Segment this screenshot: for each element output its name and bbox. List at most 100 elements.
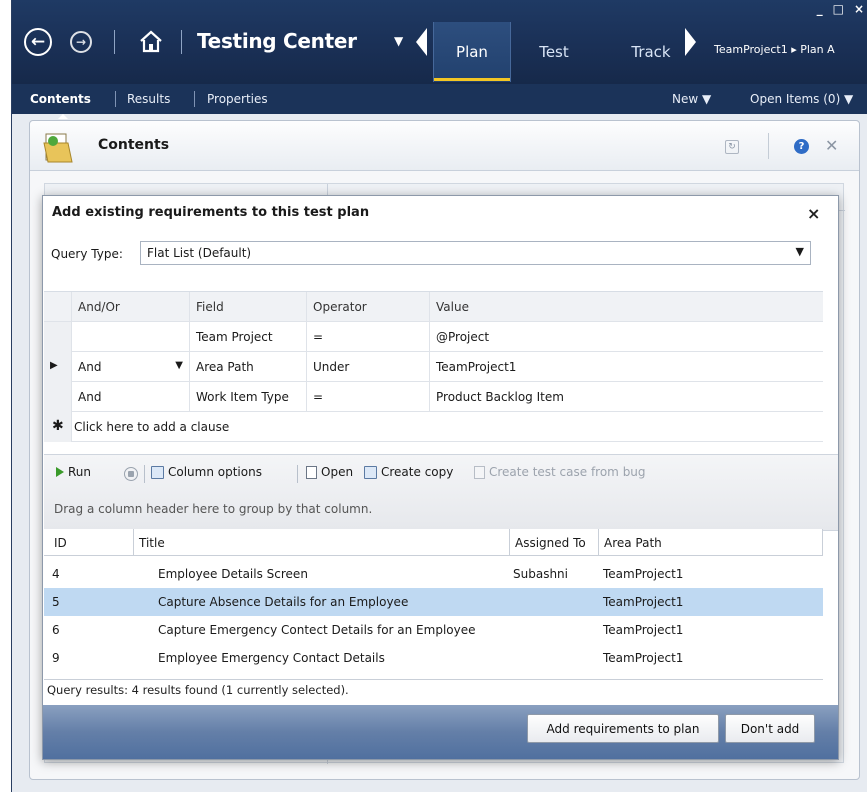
title-bar: _ □ × ← → Testing Center ▼ Plan Test Tra…	[12, 0, 867, 84]
clause-header-row: And/Or Field Operator Value	[44, 292, 823, 322]
test-plan-contents-icon	[43, 133, 73, 163]
query-type-label: Query Type:	[51, 247, 123, 261]
clause-field[interactable]: Team Project	[190, 322, 307, 352]
add-clause-row[interactable]: ✱ Click here to add a clause	[44, 412, 823, 442]
clause-value[interactable]: TeamProject1	[430, 352, 823, 382]
test-case-icon	[474, 465, 485, 479]
open-button[interactable]: Open	[306, 465, 353, 479]
new-row-icon: ✱	[44, 412, 72, 442]
clause-value[interactable]: Product Backlog Item	[430, 382, 823, 412]
tab-test[interactable]: Test	[519, 22, 589, 82]
column-header-title[interactable]: Title	[134, 529, 510, 556]
table-row[interactable]: 6 Capture Emergency Contect Details for …	[44, 616, 823, 644]
row-selector[interactable]	[44, 382, 72, 412]
add-requirements-button[interactable]: Add requirements to plan	[527, 714, 719, 743]
subnav-properties[interactable]: Properties	[207, 92, 268, 106]
query-type-select[interactable]: Flat List (Default) ▼	[140, 241, 811, 265]
results-table: ID Title Assigned To Area Path 4 Employe…	[44, 529, 823, 679]
project-breadcrumb[interactable]: TeamProject1 ▸ Plan A	[714, 43, 835, 56]
cell-id: 6	[52, 623, 60, 637]
clause-operator[interactable]: =	[307, 322, 430, 352]
column-header-id[interactable]: ID	[44, 529, 134, 556]
home-icon[interactable]	[138, 28, 164, 54]
table-row[interactable]: 4 Employee Details Screen Subashni TeamP…	[44, 560, 823, 588]
dont-add-button[interactable]: Don't add	[725, 714, 815, 743]
cell-id: 5	[52, 595, 60, 609]
query-toolbar: Run Column options Open Create copy Crea…	[44, 454, 838, 531]
divider	[194, 91, 195, 107]
run-icon	[56, 467, 64, 477]
current-row-marker-icon[interactable]: ▶	[44, 352, 72, 382]
dialog-footer: Add requirements to plan Don't add	[43, 705, 838, 759]
table-row-selected[interactable]: 5 Capture Absence Details for an Employe…	[44, 588, 823, 616]
run-button[interactable]: Run	[56, 465, 91, 479]
new-menu-button[interactable]: New ▼	[672, 92, 711, 106]
clause-field[interactable]: Work Item Type	[190, 382, 307, 412]
row-selector[interactable]	[44, 322, 72, 352]
dropdown-arrow-icon[interactable]: ▼	[796, 245, 804, 258]
header-operator[interactable]: Operator	[307, 292, 430, 322]
add-requirements-dialog: Add existing requirements to this test p…	[42, 195, 839, 760]
table-row[interactable]: 9 Employee Emergency Contact Details Tea…	[44, 644, 823, 672]
header-and-or[interactable]: And/Or	[72, 292, 190, 322]
create-test-case-label: Create test case from bug	[489, 465, 646, 479]
column-header-assigned-to[interactable]: Assigned To	[510, 529, 599, 556]
dropdown-arrow-icon[interactable]: ▼	[175, 360, 183, 371]
clause-row[interactable]: And Work Item Type = Product Backlog Ite…	[44, 382, 823, 412]
subnav-results[interactable]: Results	[127, 92, 170, 106]
open-label: Open	[321, 465, 354, 479]
clause-and-or-dropdown[interactable]: And ▼	[72, 352, 190, 382]
clause-operator[interactable]: Under	[307, 352, 430, 382]
divider	[114, 30, 115, 54]
clause-and-or[interactable]: And	[72, 382, 190, 412]
column-options-label: Column options	[168, 465, 262, 479]
cell-id: 4	[52, 567, 60, 581]
column-options-button[interactable]: Column options	[151, 465, 262, 479]
help-icon[interactable]: ?	[794, 139, 809, 154]
refresh-icon[interactable]: ↻	[725, 140, 739, 154]
subnav-contents[interactable]: Contents	[30, 92, 91, 119]
create-test-case-button[interactable]: Create test case from bug	[474, 465, 646, 479]
cell-title: Employee Emergency Contact Details	[158, 651, 385, 665]
cell-area-path: TeamProject1	[603, 567, 684, 581]
minimize-button[interactable]: _	[817, 2, 823, 16]
clause-row[interactable]: Team Project = @Project	[44, 322, 823, 352]
app-menu-dropdown-icon[interactable]: ▼	[394, 34, 403, 48]
results-header-row: ID Title Assigned To Area Path	[44, 529, 823, 556]
close-icon[interactable]: ✕	[825, 136, 838, 155]
clause-and-or[interactable]	[72, 322, 190, 352]
header-field[interactable]: Field	[190, 292, 307, 322]
sub-navigation: Contents Results Properties New ▼ Open I…	[12, 84, 867, 119]
clause-and-or: And	[78, 360, 102, 374]
close-window-button[interactable]: ×	[854, 2, 864, 16]
forward-arrow-icon[interactable]: →	[70, 31, 92, 53]
query-clause-grid: And/Or Field Operator Value Team Project…	[44, 291, 823, 443]
cell-id: 9	[52, 651, 60, 665]
stop-icon[interactable]	[124, 467, 138, 481]
clause-operator[interactable]: =	[307, 382, 430, 412]
maximize-button[interactable]: □	[833, 2, 844, 16]
divider	[297, 465, 298, 483]
column-header-area-path[interactable]: Area Path	[599, 529, 823, 556]
clause-value[interactable]: @Project	[430, 322, 823, 352]
cell-title: Capture Absence Details for an Employee	[158, 595, 409, 609]
dialog-close-icon[interactable]: ×	[807, 204, 820, 223]
cell-assigned-to: Subashni	[513, 567, 568, 581]
clause-field[interactable]: Area Path	[190, 352, 307, 382]
run-label: Run	[68, 465, 92, 479]
create-copy-button[interactable]: Create copy	[364, 465, 453, 479]
tab-track[interactable]: Track	[616, 22, 686, 82]
back-arrow-icon[interactable]: ←	[24, 28, 52, 56]
header-value[interactable]: Value	[430, 292, 823, 322]
clause-row[interactable]: ▶ And ▼ Area Path Under TeamProject1	[44, 352, 823, 382]
tab-plan[interactable]: Plan	[433, 22, 511, 82]
open-items-menu[interactable]: Open Items (0) ▼	[750, 92, 853, 106]
divider	[768, 133, 769, 159]
panel-header: Contents ↻ ? ✕	[30, 121, 859, 171]
chevron-right-icon	[685, 28, 696, 56]
row-selector-header	[44, 292, 72, 322]
divider	[144, 465, 145, 483]
add-clause-link[interactable]: Click here to add a clause	[74, 420, 229, 434]
cell-title: Employee Details Screen	[158, 567, 308, 581]
open-document-icon	[306, 465, 317, 479]
